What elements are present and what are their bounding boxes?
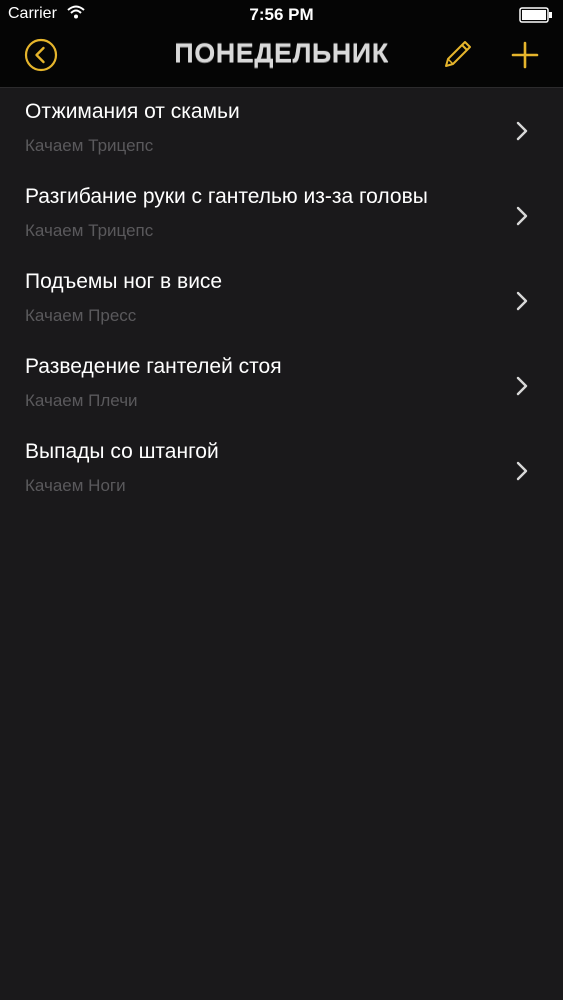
chevron-right-icon (515, 290, 529, 317)
page-title: ПОНЕДЕЛЬНИК (174, 38, 389, 68)
top-bar: Carrier 7:56 PM ПОНЕДЕЛЬНИК (0, 0, 563, 88)
exercise-muscle: Качаем Трицепс (25, 136, 154, 155)
exercise-name: Разгибание руки с гантелью из-за головы (25, 185, 428, 208)
list-item[interactable]: Разгибание руки с гантелью из-за головы … (0, 173, 563, 258)
exercise-name: Подъемы ног в висе (25, 270, 223, 293)
exercise-muscle: Качаем Трицепс (25, 221, 154, 240)
exercise-muscle: Качаем Плечи (25, 391, 138, 410)
exercise-muscle: Качаем Пресс (25, 306, 137, 325)
chevron-right-icon (515, 120, 529, 147)
add-button[interactable] (508, 38, 542, 77)
status-time: 7:56 PM (249, 5, 314, 24)
chevron-right-icon (515, 375, 529, 402)
chevron-right-icon (515, 460, 529, 487)
exercise-name: Разведение гантелей стоя (25, 355, 282, 378)
pencil-icon (440, 41, 474, 76)
status-bar: Carrier 7:56 PM (0, 0, 563, 30)
list-item[interactable]: Отжимания от скамьи Качаем Трицепс (0, 88, 563, 173)
list-item[interactable]: Выпады со штангой Качаем Ноги (0, 428, 563, 513)
exercise-name: Выпады со штангой (25, 440, 219, 463)
list-item[interactable]: Разведение гантелей стоя Качаем Плечи (0, 343, 563, 428)
battery-icon (519, 7, 553, 28)
exercise-list: Отжимания от скамьи Качаем Трицепс Разги… (0, 88, 563, 513)
navigation-bar: ПОНЕДЕЛЬНИК (0, 30, 563, 86)
exercise-muscle: Качаем Ноги (25, 476, 126, 495)
list-item[interactable]: Подъемы ног в висе Качаем Пресс (0, 258, 563, 343)
exercise-name: Отжимания от скамьи (25, 100, 240, 123)
chevron-right-icon (515, 205, 529, 232)
edit-button[interactable] (440, 38, 474, 77)
plus-icon (508, 41, 542, 76)
